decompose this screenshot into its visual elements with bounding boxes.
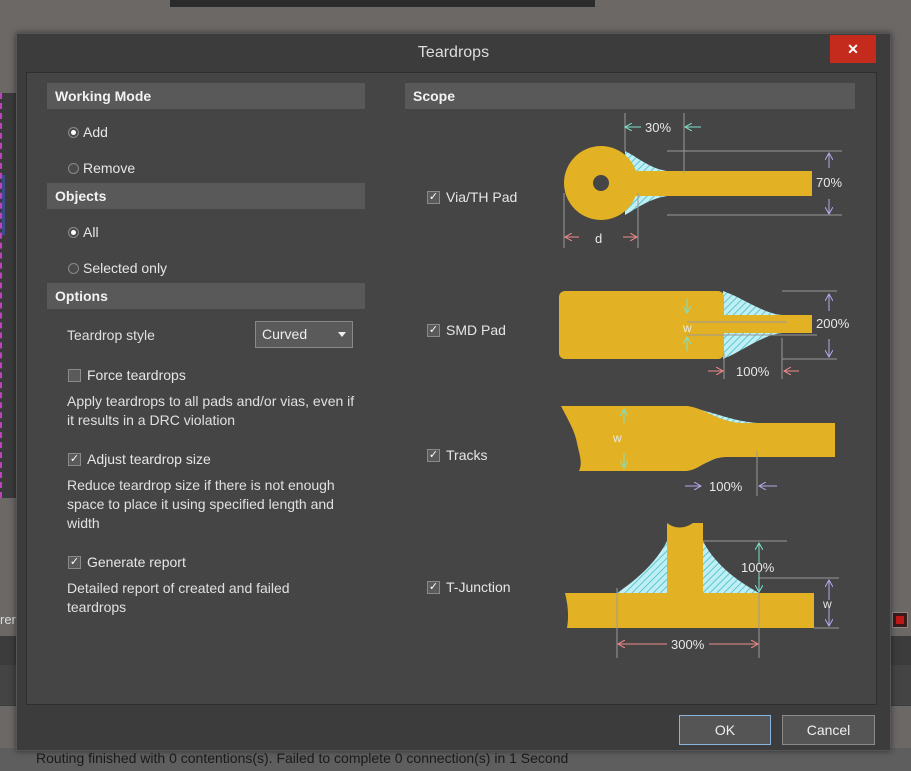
via-diameter-label: d (595, 231, 602, 246)
dialog-content: Working Mode Add Remove Objects All Sele… (26, 72, 877, 705)
tj-height-label: 100% (741, 560, 775, 575)
ok-button[interactable]: OK (679, 715, 771, 745)
tj-w-label: w (822, 597, 832, 611)
teardrops-dialog: Teardrops ✕ Working Mode Add Remove Obje… (16, 33, 891, 751)
track-length-label: 100% (709, 479, 743, 494)
teardrop-diagrams: 30% 70% d w 200% 100% w 100% 100% w 300% (559, 113, 850, 658)
dialog-title: Teardrops (417, 44, 490, 61)
track-w-label: w (612, 431, 622, 445)
background-stop-icon[interactable] (892, 612, 908, 628)
via-pad-diagram: 30% 70% d (563, 113, 842, 248)
close-button[interactable]: ✕ (830, 35, 876, 63)
background-board-marker (2, 175, 5, 235)
smd-pad-diagram: w 200% 100% (559, 290, 850, 379)
smd-width-label: 200% (816, 316, 850, 331)
tjunction-diagram: 100% w 300% (565, 523, 839, 658)
background-panel-label: rer (0, 612, 16, 627)
via-length-label: 30% (645, 120, 671, 135)
via-width-label: 70% (816, 175, 842, 190)
tj-length-label: 300% (671, 637, 705, 652)
status-text: Routing finished with 0 contentions(s). … (36, 750, 569, 766)
background-toolbar (170, 0, 595, 7)
cancel-button[interactable]: Cancel (782, 715, 875, 745)
tracks-diagram: w 100% (561, 406, 835, 496)
smd-length-label: 100% (736, 364, 770, 379)
smd-w-label: w (682, 321, 692, 335)
